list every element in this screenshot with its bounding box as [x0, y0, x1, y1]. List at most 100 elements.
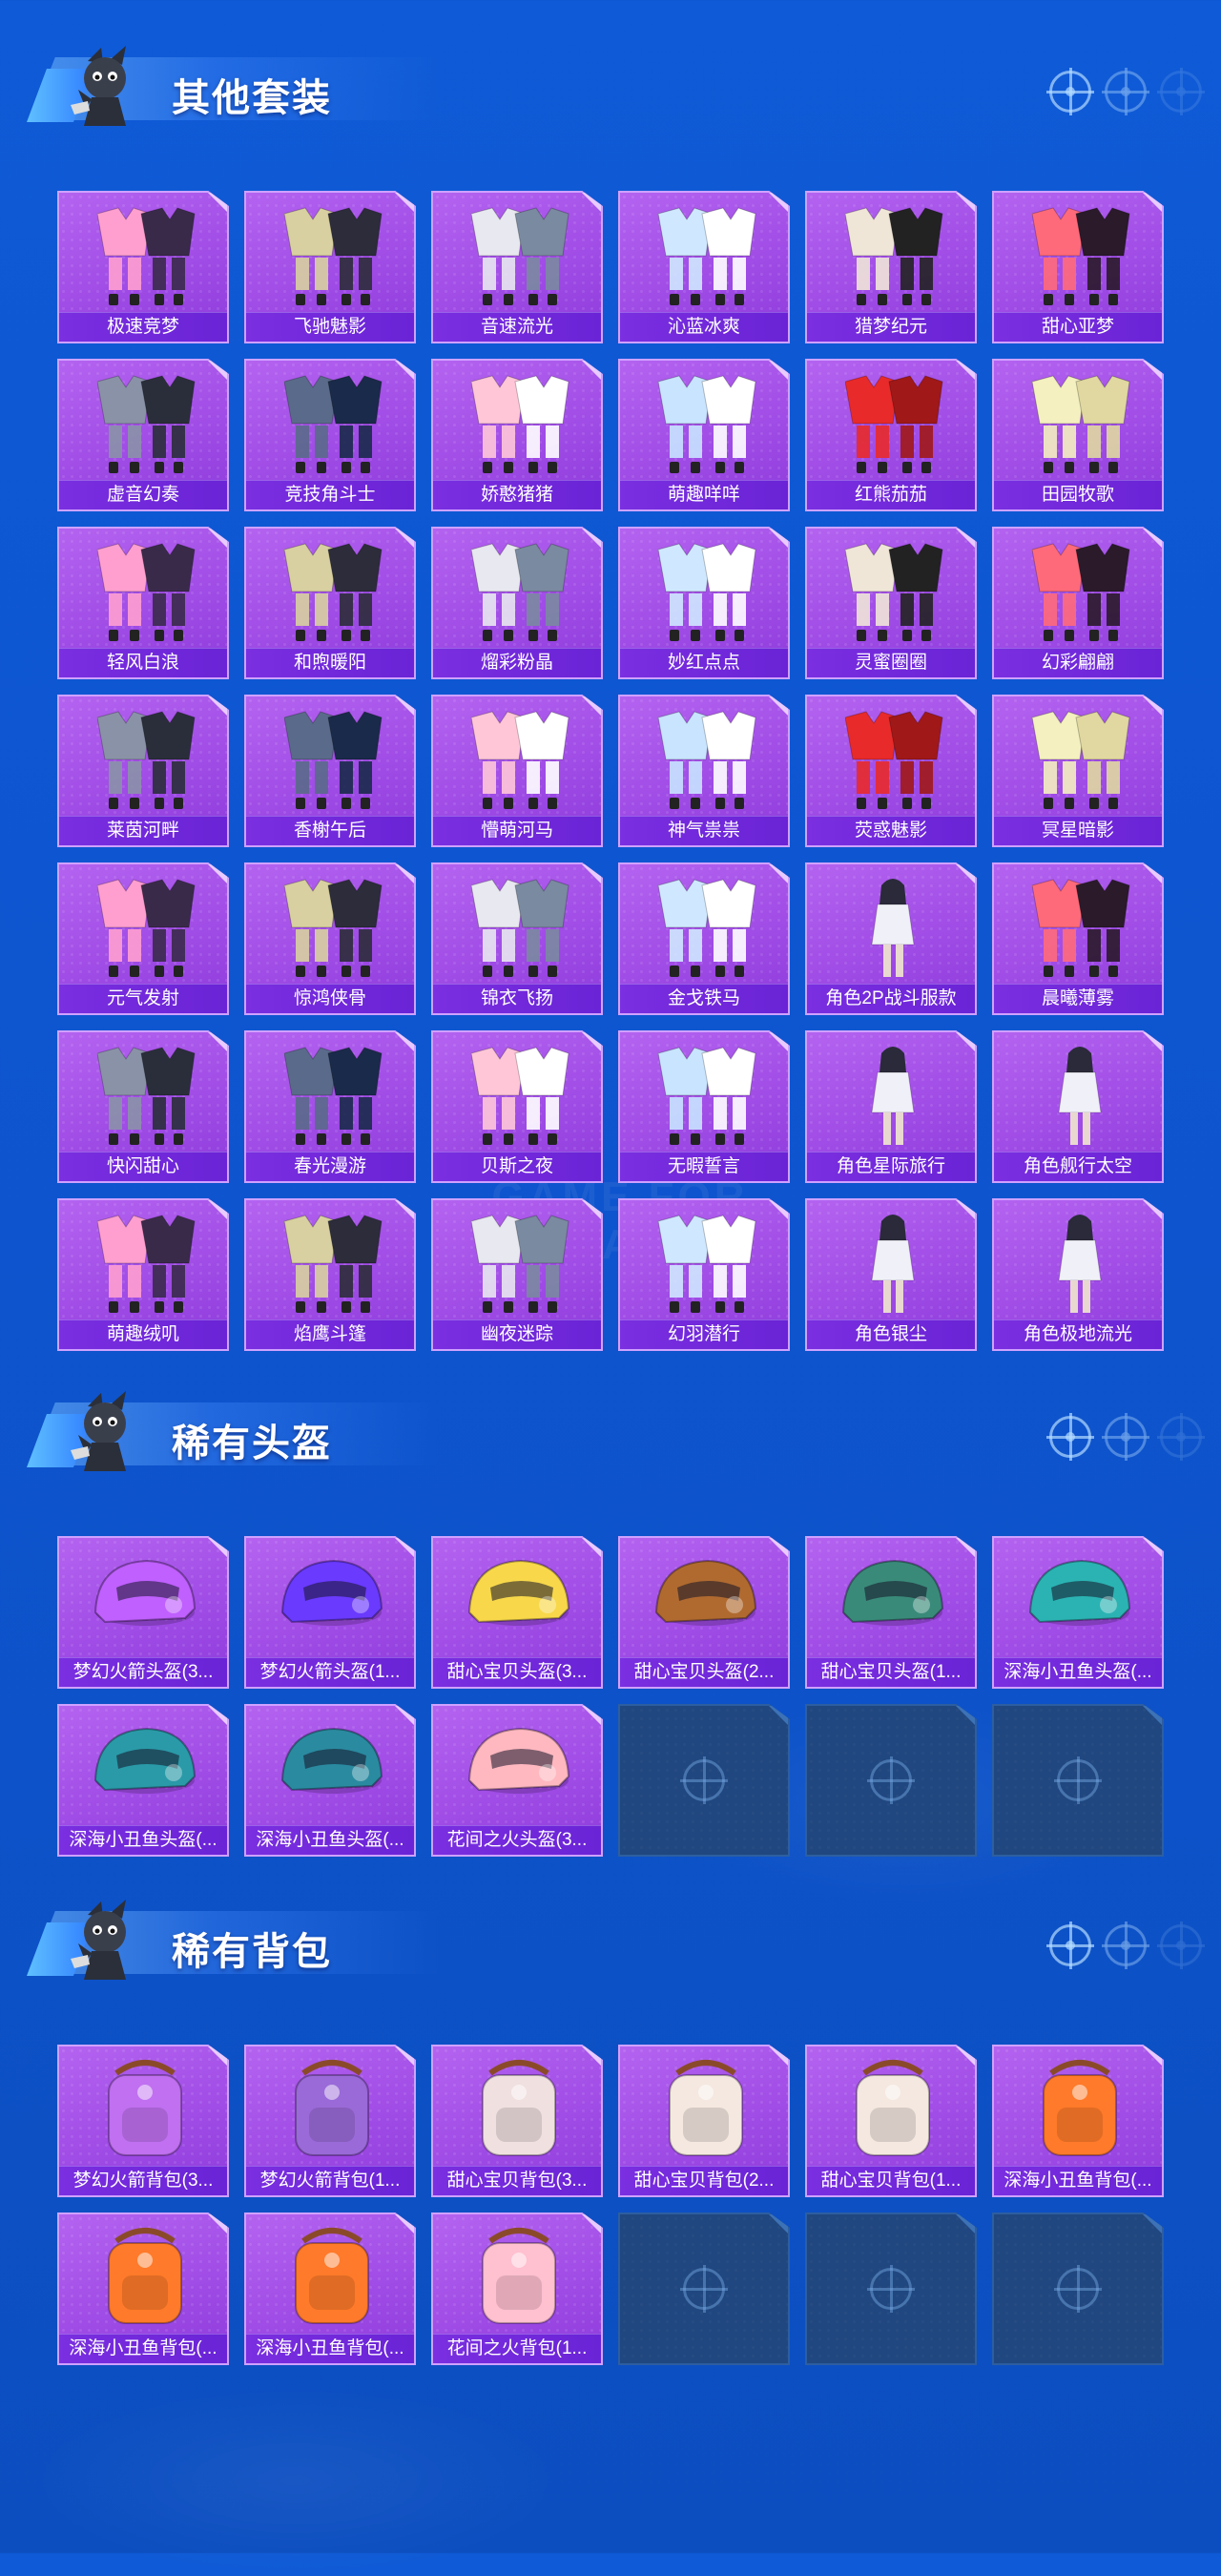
item-label: 甜心宝贝背包(2... — [620, 2166, 788, 2195]
item-tile[interactable]: 甜心亚梦 — [992, 191, 1164, 343]
item-tile[interactable]: 荧惑魅影 — [805, 695, 977, 847]
item-tile[interactable]: 角色舰行太空 — [992, 1030, 1164, 1183]
item-tile[interactable]: 金戈铁马 — [618, 862, 790, 1015]
item-label: 花间之火背包(1... — [433, 2334, 601, 2363]
item-tile[interactable]: 深海小丑鱼头盔(... — [57, 1704, 229, 1857]
item-tile[interactable]: 焰鹰斗篷 — [244, 1198, 416, 1351]
tile-corner — [580, 1538, 601, 1559]
item-tile[interactable]: 锦衣飞扬 — [431, 862, 603, 1015]
item-tile[interactable]: 花间之火头盔(3... — [431, 1704, 603, 1857]
item-tile[interactable]: 贝斯之夜 — [431, 1030, 603, 1183]
helmets-section: 稀有头盔 梦幻火箭头盔(3... 梦幻火箭头盔(1... 甜心宝贝头盔(3...… — [0, 1374, 1221, 1857]
item-label: 梦幻火箭背包(1... — [246, 2166, 414, 2195]
item-tile[interactable]: 深海小丑鱼头盔(... — [244, 1704, 416, 1857]
item-tile[interactable]: 和煦暖阳 — [244, 527, 416, 679]
item-label: 虚音幻奏 — [59, 480, 227, 509]
crosshair-icon — [1054, 1756, 1102, 1804]
item-tile[interactable]: 甜心宝贝背包(2... — [618, 2045, 790, 2197]
item-tile[interactable]: 冥星暗影 — [992, 695, 1164, 847]
section-title: 稀有头盔 — [172, 1423, 332, 1465]
item-label: 轻风白浪 — [59, 648, 227, 677]
item-tile[interactable]: 春光漫游 — [244, 1030, 416, 1183]
item-tile[interactable]: 灵蜜圈圈 — [805, 527, 977, 679]
tile-corner — [206, 361, 227, 382]
tile-corner — [954, 1538, 975, 1559]
item-image — [246, 1040, 414, 1151]
item-tile[interactable]: 熘彩粉晶 — [431, 527, 603, 679]
item-image — [59, 704, 227, 815]
item-tile[interactable]: 幻羽潜行 — [618, 1198, 790, 1351]
item-tile[interactable]: 田园牧歌 — [992, 359, 1164, 511]
item-tile[interactable]: 幻彩翩翩 — [992, 527, 1164, 679]
item-image — [59, 872, 227, 983]
tile-corner — [1141, 1200, 1162, 1221]
item-tile[interactable]: 香榭午后 — [244, 695, 416, 847]
item-tile[interactable]: 甜心宝贝背包(3... — [431, 2045, 603, 2197]
item-tile[interactable]: 无暇誓言 — [618, 1030, 790, 1183]
empty-slot — [618, 1704, 790, 1857]
item-label: 甜心宝贝头盔(1... — [807, 1657, 975, 1687]
item-tile[interactable]: 竞技角斗士 — [244, 359, 416, 511]
item-tile[interactable]: 极速竞梦 — [57, 191, 229, 343]
item-tile[interactable]: 花间之火背包(1... — [431, 2212, 603, 2365]
item-tile[interactable]: 红熊茄茄 — [805, 359, 977, 511]
item-tile[interactable]: 音速流光 — [431, 191, 603, 343]
tile-corner — [393, 529, 414, 550]
item-tile[interactable]: 深海小丑鱼头盔(... — [992, 1536, 1164, 1689]
item-tile[interactable]: 快闪甜心 — [57, 1030, 229, 1183]
item-tile[interactable]: 懵萌河马 — [431, 695, 603, 847]
item-tile[interactable]: 虚音幻奏 — [57, 359, 229, 511]
item-label: 金戈铁马 — [620, 984, 788, 1013]
item-tile[interactable]: 梦幻火箭背包(3... — [57, 2045, 229, 2197]
item-tile[interactable]: 深海小丑鱼背包(... — [992, 2045, 1164, 2197]
item-image — [620, 872, 788, 983]
item-tile[interactable]: 萌趣咩咩 — [618, 359, 790, 511]
item-tile[interactable]: 萌趣绒叽 — [57, 1198, 229, 1351]
item-label: 惊鸿侠骨 — [246, 984, 414, 1013]
item-tile[interactable]: 晨曦薄雾 — [992, 862, 1164, 1015]
empty-slot — [992, 1704, 1164, 1857]
item-tile[interactable]: 梦幻火箭头盔(3... — [57, 1536, 229, 1689]
item-label: 幻羽潜行 — [620, 1319, 788, 1349]
item-tile[interactable]: 飞驰魅影 — [244, 191, 416, 343]
item-tile[interactable]: 甜心宝贝背包(1... — [805, 2045, 977, 2197]
item-tile[interactable]: 甜心宝贝头盔(1... — [805, 1536, 977, 1689]
item-tile[interactable]: 甜心宝贝头盔(2... — [618, 1536, 790, 1689]
item-image — [59, 200, 227, 311]
tile-corner — [580, 864, 601, 885]
item-image — [433, 1208, 601, 1319]
item-label: 红熊茄茄 — [807, 480, 975, 509]
item-tile[interactable]: 甜心宝贝头盔(3... — [431, 1536, 603, 1689]
tile-corner — [767, 1200, 788, 1221]
item-tile[interactable]: 神气祟祟 — [618, 695, 790, 847]
item-tile[interactable]: 沁蓝冰爽 — [618, 191, 790, 343]
item-label: 角色极地流光 — [994, 1319, 1162, 1349]
item-tile[interactable]: 梦幻火箭背包(1... — [244, 2045, 416, 2197]
item-tile[interactable]: 深海小丑鱼背包(... — [244, 2212, 416, 2365]
item-tile[interactable]: 梦幻火箭头盔(1... — [244, 1536, 416, 1689]
item-tile[interactable]: 轻风白浪 — [57, 527, 229, 679]
item-label: 荧惑魅影 — [807, 816, 975, 845]
crosshair-icon — [1046, 1922, 1094, 1969]
item-tile[interactable]: 幽夜迷踪 — [431, 1198, 603, 1351]
tile-corner — [206, 529, 227, 550]
item-tile[interactable]: 猎梦纪元 — [805, 191, 977, 343]
item-tile[interactable]: 角色极地流光 — [992, 1198, 1164, 1351]
item-label: 甜心宝贝背包(3... — [433, 2166, 601, 2195]
item-tile[interactable]: 妙红点点 — [618, 527, 790, 679]
item-tile[interactable]: 惊鸿侠骨 — [244, 862, 416, 1015]
item-image — [246, 1546, 414, 1656]
crosshair-icon — [1157, 68, 1205, 115]
item-label: 娇憨猪猪 — [433, 480, 601, 509]
item-tile[interactable]: 莱茵河畔 — [57, 695, 229, 847]
item-image — [433, 2222, 601, 2333]
item-tile[interactable]: 角色2P战斗服款 — [805, 862, 977, 1015]
item-tile[interactable]: 娇憨猪猪 — [431, 359, 603, 511]
item-tile[interactable]: 角色银尘 — [805, 1198, 977, 1351]
tile-corner — [393, 193, 414, 214]
item-image — [807, 536, 975, 647]
item-tile[interactable]: 角色星际旅行 — [805, 1030, 977, 1183]
item-tile[interactable]: 元气发射 — [57, 862, 229, 1015]
item-tile[interactable]: 深海小丑鱼背包(... — [57, 2212, 229, 2365]
outfits-section: 其他套装 极速竞梦 飞驰魅影 音速流光 沁蓝冰爽 猎梦纪元 甜心亚梦 虚音幻奏 … — [0, 29, 1221, 1351]
